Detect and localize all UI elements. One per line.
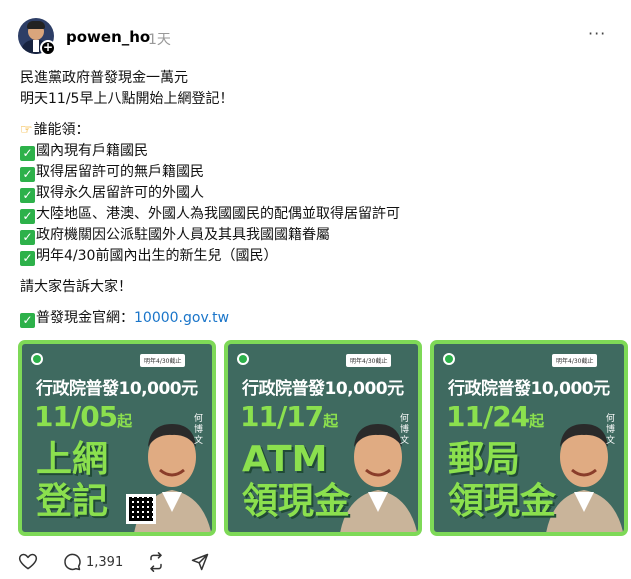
- party-logo-icon: [237, 353, 249, 365]
- card-headline: 行政院普發10,000元: [36, 379, 198, 399]
- reply-count: 1,391: [86, 554, 124, 570]
- like-button[interactable]: [18, 550, 38, 574]
- check-icon: ✓: [20, 146, 35, 161]
- post-time: 1天: [148, 32, 171, 48]
- party-logo-icon: [31, 353, 43, 365]
- eligible-item: ✓ 取得永久居留許可的外國人: [20, 183, 615, 204]
- deadline-tag: 明年4/30截止: [140, 354, 186, 367]
- card-big-text: 郵局: [448, 439, 521, 480]
- eligible-item: ✓ 大陸地區、港澳、外國人為我國國民的配偶並取得居留許可: [20, 204, 615, 225]
- person-name: 何博文: [606, 414, 616, 446]
- post-body: 民進黨政府普發現金一萬元 明天11/5早上八點開始上網登記！ ☞誰能領： ✓ 國內…: [20, 68, 615, 329]
- card-date: 11/24起: [446, 400, 544, 433]
- site-line: ✓ 普發現金官網：10000.gov.tw: [20, 308, 615, 329]
- card-big-text: 上網: [36, 439, 109, 480]
- reply-button[interactable]: 1,391: [62, 550, 123, 574]
- share-button[interactable]: [190, 550, 210, 574]
- party-logo-icon: [443, 353, 455, 365]
- qr-code: [126, 494, 156, 524]
- site-link[interactable]: 10000.gov.tw: [134, 310, 229, 326]
- image-card[interactable]: 明年4/30截止 行政院普發10,000元 11/17起 何博文 ATM 領現金: [224, 340, 422, 536]
- eligible-item: ✓ 明年4/30前國內出生的新生兒（國民）: [20, 246, 615, 267]
- person-name: 何博文: [194, 414, 204, 446]
- check-icon: ✓: [20, 251, 35, 266]
- image-carousel[interactable]: 明年4/30截止 行政院普發10,000元 11/05起 何博文 上網 登記 明…: [18, 340, 628, 536]
- deadline-tag: 明年4/30截止: [552, 354, 598, 367]
- card-headline: 行政院普發10,000元: [242, 379, 404, 399]
- image-card[interactable]: 明年4/30截止 行政院普發10,000元 11/24起 何博文 郵局 領現金: [430, 340, 628, 536]
- person-name: 何博文: [400, 414, 410, 446]
- pointing-hand-icon: ☞: [20, 122, 33, 138]
- card-big-text: 領現金: [448, 481, 557, 522]
- card-headline: 行政院普發10,000元: [448, 379, 610, 399]
- card-big-text: ATM: [242, 439, 328, 480]
- repost-button[interactable]: [146, 550, 166, 574]
- repost-icon: [150, 552, 162, 572]
- share-line: 請大家告訴大家！: [20, 279, 132, 295]
- check-icon: ✓: [20, 209, 35, 224]
- eligible-item: ✓ 政府機關因公派駐國外人員及其具我國國籍眷屬: [20, 225, 615, 246]
- post-line: 明天11/5早上八點開始上網登記！: [20, 91, 234, 107]
- send-icon: [191, 553, 209, 571]
- more-options-icon[interactable]: ···: [588, 24, 606, 43]
- card-big-text: 領現金: [242, 481, 351, 522]
- eligible-item: ✓ 國內現有戶籍國民: [20, 141, 615, 162]
- who-header: ☞誰能領：: [20, 120, 615, 141]
- comment-icon: [64, 553, 81, 571]
- action-bar: 1,391: [18, 550, 318, 574]
- threads-post: + powen_ho 1天 ··· 民進黨政府普發現金一萬元 明天11/5早上八…: [0, 0, 631, 579]
- check-icon: ✓: [20, 230, 35, 245]
- deadline-tag: 明年4/30截止: [346, 354, 392, 367]
- card-big-text: 登記: [36, 481, 109, 522]
- image-card[interactable]: 明年4/30截止 行政院普發10,000元 11/05起 何博文 上網 登記: [18, 340, 216, 536]
- post-line: 民進黨政府普發現金一萬元: [20, 70, 188, 86]
- check-icon: ✓: [20, 167, 35, 182]
- check-icon: ✓: [20, 313, 35, 328]
- heart-icon: [18, 553, 38, 570]
- card-date: 11/17起: [240, 400, 338, 433]
- card-date: 11/05起: [34, 400, 132, 433]
- username[interactable]: powen_ho: [66, 28, 150, 46]
- follow-plus-icon[interactable]: +: [40, 40, 56, 56]
- check-icon: ✓: [20, 188, 35, 203]
- eligible-item: ✓ 取得居留許可的無戶籍國民: [20, 162, 615, 183]
